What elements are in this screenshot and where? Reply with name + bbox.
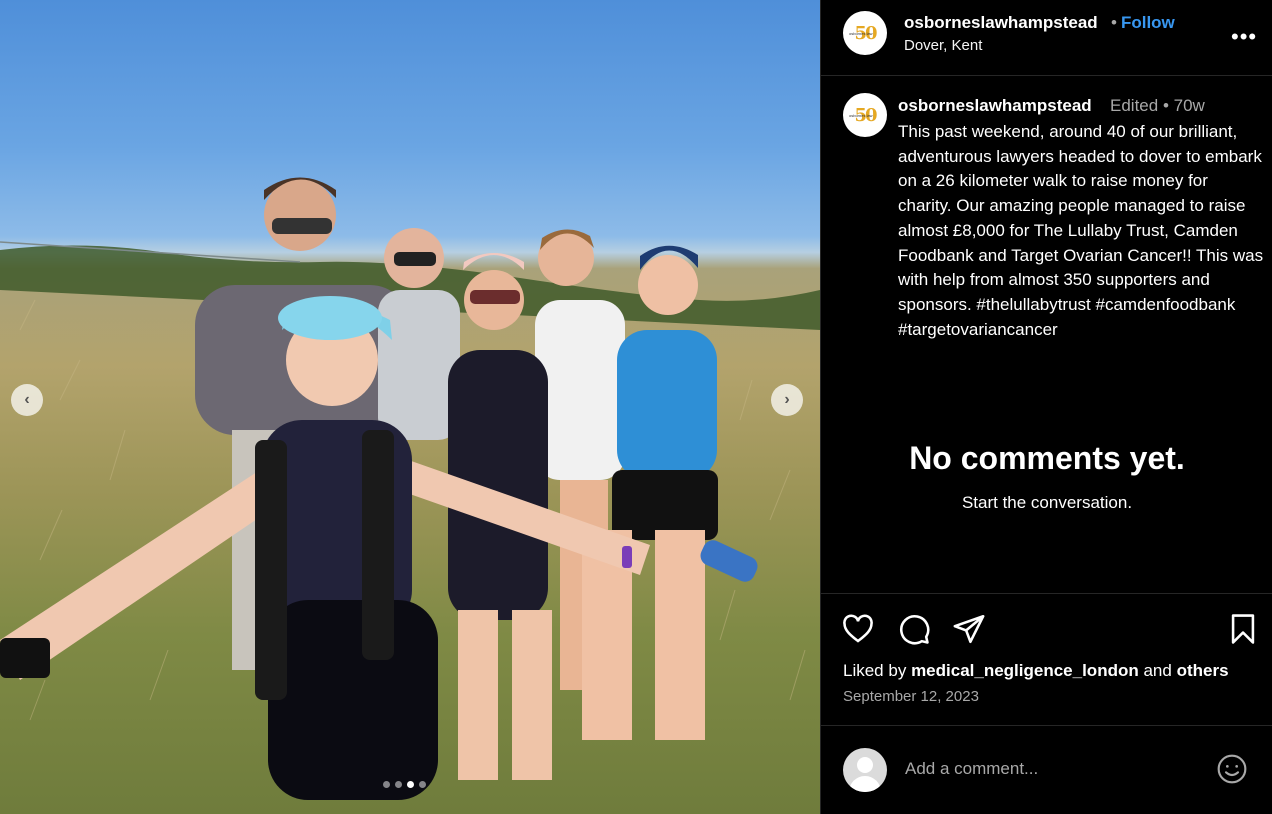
liked-prefix: Liked by: [843, 661, 907, 680]
comment-button[interactable]: [897, 612, 931, 646]
comment-bar: [821, 725, 1272, 814]
comment-input[interactable]: [905, 756, 1205, 782]
follow-button[interactable]: • Follow: [1111, 13, 1175, 33]
chevron-right-icon: ›: [784, 391, 790, 408]
liked-others-link[interactable]: others: [1177, 661, 1229, 680]
carousel-dot: [419, 781, 426, 788]
caption-username[interactable]: osborneslawhampstead: [898, 96, 1092, 116]
logo-small-text: osbornes law: [849, 113, 873, 118]
carousel-dot: [383, 781, 390, 788]
profile-avatar[interactable]: 50 osbornes law: [843, 11, 887, 55]
post-details-panel: 50 osbornes law osborneslawhampstead • Fo…: [820, 0, 1272, 814]
edited-label: Edited: [1110, 96, 1159, 115]
more-options-icon[interactable]: •••: [1231, 24, 1257, 50]
separator-dot: •: [1111, 13, 1117, 32]
emoji-icon[interactable]: [1216, 753, 1248, 785]
post-username[interactable]: osborneslawhampstead: [904, 13, 1098, 33]
caption-meta: Edited • 70w: [1110, 96, 1205, 116]
post-date[interactable]: September 12, 2023: [843, 688, 979, 705]
carousel-dot-active: [407, 781, 414, 788]
save-button[interactable]: [1226, 612, 1260, 646]
carousel-prev-button[interactable]: ‹: [11, 384, 43, 416]
post-age[interactable]: 70w: [1174, 96, 1205, 115]
user-avatar: [843, 748, 887, 792]
post-header: 50 osbornes law osborneslawhampstead • Fo…: [821, 0, 1272, 76]
chevron-left-icon: ‹: [24, 391, 30, 408]
caption-text: This past weekend, around 40 of our bril…: [898, 122, 1264, 339]
share-button[interactable]: [952, 612, 986, 646]
liked-by-text: Liked by medical_negligence_london and o…: [843, 661, 1229, 681]
caption-avatar[interactable]: 50 osbornes law: [843, 93, 887, 137]
bookmark-icon: [1231, 614, 1255, 644]
like-button[interactable]: [841, 612, 875, 646]
no-comments-subtitle: Start the conversation.: [961, 493, 1133, 512]
avatar-head: [857, 757, 873, 773]
follow-label: Follow: [1120, 13, 1175, 32]
separator-dot: •: [1162, 96, 1169, 115]
carousel-indicator: [383, 781, 426, 788]
liked-and: and: [1143, 661, 1172, 680]
logo-small-text: osbornes law: [849, 31, 873, 36]
post-media[interactable]: ‹ ›: [0, 0, 820, 814]
heart-icon: [843, 614, 873, 643]
post-actions: Liked by medical_negligence_london and o…: [821, 593, 1272, 717]
liked-user-link[interactable]: medical_negligence_london: [911, 661, 1139, 680]
post-location[interactable]: Dover, Kent: [904, 37, 982, 54]
carousel-dot: [395, 781, 402, 788]
paper-plane-icon: [953, 614, 985, 644]
no-comments-title: No comments yet.: [909, 440, 1185, 476]
avatar-body: [849, 776, 881, 792]
post-photo: [0, 177, 820, 800]
carousel-next-button[interactable]: ›: [771, 384, 803, 416]
comment-icon: [900, 615, 930, 645]
